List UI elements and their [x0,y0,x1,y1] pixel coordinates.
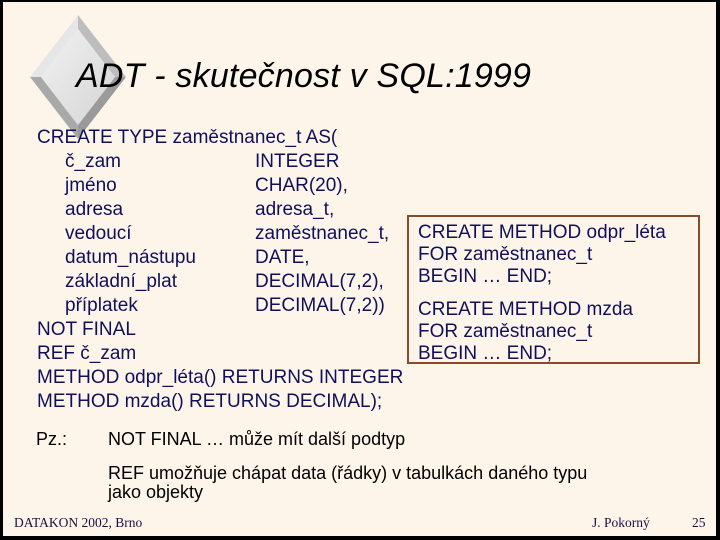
method-line: CREATE METHOD mzda [418,299,634,320]
footer-author: J. Pokorný [592,515,650,530]
footer-conference: DATAKON 2002, Brno [14,515,143,530]
attribute-name: č_zam [65,151,121,172]
method-declaration: METHOD mzda() RETURNS DECIMAL); [37,391,383,412]
attribute-type: DATE, [255,247,310,268]
method-declaration: METHOD odpr_léta() RETURNS INTEGER [37,367,404,388]
method-line: FOR zaměstnanec_t [418,244,593,265]
attribute-name: adresa [65,199,124,220]
attribute-type: INTEGER [255,151,340,172]
type-definition: CREATE TYPE zaměstnanec_t AS( č_zam INTE… [37,126,417,426]
note-ref-line1: REF umožňuje chápat data (řádky) v tabul… [108,463,588,483]
note-not-final: NOT FINAL … může mít další podtyp [108,429,406,449]
slide-title: ADT - skutečnost v SQL:1999 [76,57,532,95]
attribute-name: vedoucí [65,223,132,244]
method-line: FOR zaměstnanec_t [418,321,593,342]
attribute-name: základní_plat [65,271,177,292]
method-line: BEGIN … END; [418,266,553,287]
method-definition-odpr-leta: CREATE METHOD odpr_léta FOR zaměstnanec_… [418,222,666,288]
methods-box: CREATE METHOD odpr_léta FOR zaměstnanec_… [407,215,700,364]
ref-clause: REF č_zam [37,343,137,364]
notes-label: Pz.: [36,429,68,449]
attribute-type: DECIMAL(7,2), [255,271,384,292]
attribute-type: zaměstnanec_t, [255,223,390,244]
attribute-type: adresa_t, [255,199,335,220]
attribute-type: CHAR(20), [255,175,348,196]
attribute-name: datum_nástupu [65,247,196,268]
type-header: CREATE TYPE zaměstnanec_t AS( [37,127,338,148]
attribute-type: DECIMAL(7,2)) [255,295,385,316]
method-definition-mzda: CREATE METHOD mzda FOR zaměstnanec_t BEG… [418,299,633,365]
slide: ADT - skutečnost v SQL:1999 CREATE TYPE … [3,2,716,536]
method-line: CREATE METHOD odpr_léta [418,222,666,243]
attribute-name: jméno [65,175,117,196]
method-line: BEGIN … END; [418,343,553,364]
attribute-name: příplatek [65,295,138,316]
page-number: 25 [692,515,706,530]
note-ref-line2: jako objekty [108,482,204,502]
not-final-clause: NOT FINAL [37,319,136,340]
